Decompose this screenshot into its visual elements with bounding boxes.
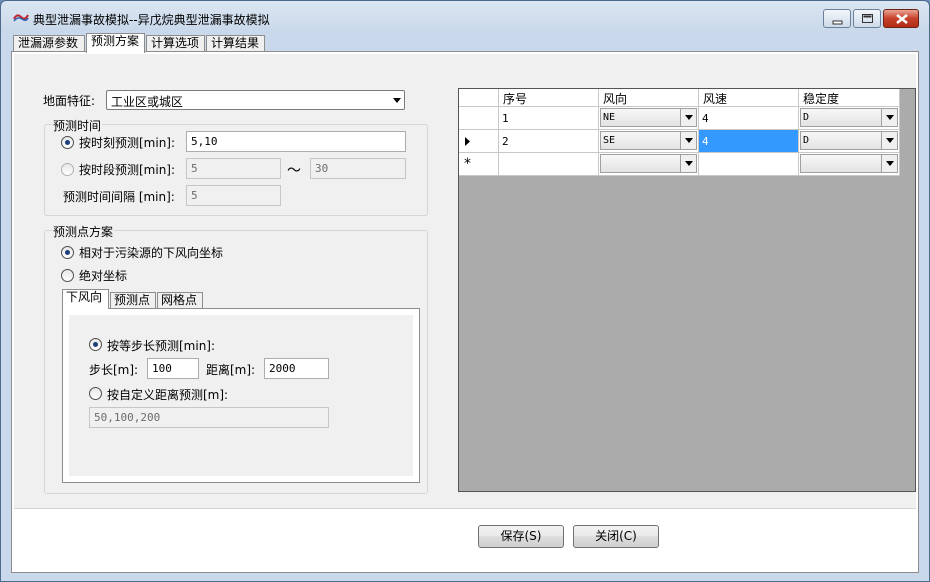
cell-no-new[interactable] [499, 153, 599, 176]
title-bar[interactable]: 典型泄漏事故模拟--异戊烷典型泄漏事故模拟 [1, 1, 929, 33]
grid-header-stability[interactable]: 稳定度 [799, 89, 900, 107]
chevron-down-icon [680, 132, 696, 149]
equal-step-label: 按等步长预测[min]: [107, 339, 216, 353]
absolute-coord-label: 绝对坐标 [79, 269, 128, 283]
close-icon [896, 14, 908, 24]
maximize-button[interactable] [853, 9, 881, 28]
cell-dir-new-wrap [599, 153, 699, 176]
moment-input[interactable]: 5,10 [186, 131, 406, 152]
grid-corner-header [459, 89, 499, 107]
moment-radio[interactable] [61, 136, 74, 149]
chevron-down-icon [680, 155, 696, 172]
terrain-select[interactable]: 工业区或城区 [106, 90, 405, 110]
cell-no-2[interactable]: 2 [499, 130, 599, 153]
cell-dir-2[interactable]: SE [600, 131, 697, 150]
minimize-button[interactable] [823, 9, 851, 28]
chevron-down-icon [680, 109, 696, 126]
row-header-2[interactable] [459, 130, 499, 153]
cell-stab-1-value: D [803, 112, 810, 123]
cell-stab-1-wrap: D [799, 107, 900, 130]
terrain-select-value: 工业区或城区 [111, 95, 184, 109]
cell-dir-1-wrap: NE [599, 107, 699, 130]
chevron-down-icon [881, 132, 897, 149]
step-input[interactable]: 100 [147, 358, 199, 379]
moment-label: 按时刻预测[min]: [79, 136, 176, 150]
main-window: 典型泄漏事故模拟--异戊烷典型泄漏事故模拟 泄漏源参数 预测方案 计算选项 计算… [0, 0, 930, 582]
cell-speed-1[interactable]: 4 [699, 107, 799, 130]
close-window-button[interactable] [883, 9, 919, 28]
custom-distance-radio[interactable] [89, 387, 102, 400]
cell-dir-2-value: SE [603, 135, 616, 146]
cell-stab-new[interactable] [800, 154, 898, 173]
cell-stab-2-value: D [803, 135, 810, 146]
button-separator [14, 508, 916, 509]
app-logo-icon [13, 14, 29, 22]
tab-calc-options[interactable]: 计算选项 [146, 35, 205, 52]
period-from-input[interactable]: 5 [186, 158, 281, 179]
point-group-title: 预测点方案 [52, 223, 115, 240]
tab-leak-source[interactable]: 泄漏源参数 [13, 35, 85, 52]
chevron-down-icon [881, 155, 897, 172]
period-to-input[interactable]: 30 [310, 158, 406, 179]
current-row-arrow-icon [465, 137, 470, 146]
cell-speed-2[interactable]: 4 [699, 130, 799, 153]
cell-no-1[interactable]: 1 [499, 107, 599, 130]
row-header-1[interactable] [459, 107, 499, 130]
cell-stab-new-wrap [799, 153, 900, 176]
subtab-downwind[interactable]: 下风向 [62, 289, 109, 309]
cell-stab-2[interactable]: D [800, 131, 898, 150]
custom-distance-label: 按自定义距离预测[m]: [107, 388, 229, 402]
chevron-down-icon [881, 109, 897, 126]
terrain-label: 地面特征: [43, 94, 96, 108]
downwind-frame: 按等步长预测[min]: 步长[m]: 100 距离[m]: 2000 按自定义… [62, 308, 420, 483]
cell-speed-new[interactable] [699, 153, 799, 176]
relative-coord-label: 相对于污染源的下风向坐标 [79, 246, 224, 260]
cell-stab-2-wrap: D [799, 130, 900, 153]
subtab-pred-points[interactable]: 预测点 [110, 292, 156, 309]
close-button[interactable]: 关闭(C) [573, 525, 659, 548]
interval-input[interactable]: 5 [186, 185, 281, 206]
cell-dir-2-wrap: SE [599, 130, 699, 153]
save-button[interactable]: 保存(S) [478, 525, 564, 548]
distance-input[interactable]: 2000 [264, 358, 329, 379]
cell-stab-1[interactable]: D [800, 108, 898, 127]
downwind-inner: 按等步长预测[min]: 步长[m]: 100 距离[m]: 2000 按自定义… [69, 315, 413, 476]
absolute-coord-radio[interactable] [61, 269, 74, 282]
distance-label: 距离[m]: [206, 363, 256, 377]
grid-header-speed[interactable]: 风速 [699, 89, 799, 107]
time-group-title: 预测时间 [52, 117, 103, 134]
period-radio[interactable] [61, 163, 74, 176]
window-title: 典型泄漏事故模拟--异戊烷典型泄漏事故模拟 [33, 13, 270, 27]
interval-label: 预测时间间隔 [min]: [63, 190, 175, 204]
grid-header-no[interactable]: 序号 [499, 89, 599, 107]
point-group: 预测点方案 相对于污染源的下风向坐标 绝对坐标 下风向 预测点 网格点 按等步长… [44, 223, 428, 494]
tab-prediction-plan[interactable]: 预测方案 [86, 33, 145, 53]
cell-dir-new[interactable] [600, 154, 697, 173]
custom-distance-input[interactable]: 50,100,200 [89, 407, 329, 428]
equal-step-radio[interactable] [89, 338, 102, 351]
period-label: 按时段预测[min]: [79, 163, 176, 177]
prediction-plan-panel: 地面特征: 工业区或城区 预测时间 按时刻预测[min]: 5,10 按时段预测… [14, 54, 916, 508]
cell-dir-1-value: NE [603, 112, 616, 123]
maximize-icon [862, 14, 873, 23]
weather-grid[interactable]: 序号 风向 风速 稳定度 1 NE 4 D 2 SE 4 D * [458, 88, 916, 492]
relative-coord-radio[interactable] [61, 246, 74, 259]
tab-calc-results[interactable]: 计算结果 [206, 35, 265, 52]
step-label: 步长[m]: [89, 363, 139, 377]
tilde-separator: ～ [287, 163, 301, 179]
minimize-icon [832, 20, 843, 25]
grid-header-direction[interactable]: 风向 [599, 89, 699, 107]
cell-dir-1[interactable]: NE [600, 108, 697, 127]
subtab-grid-points[interactable]: 网格点 [157, 292, 203, 309]
chevron-down-icon [393, 98, 401, 103]
new-row-header[interactable]: * [459, 153, 499, 176]
tab-content: 地面特征: 工业区或城区 预测时间 按时刻预测[min]: 5,10 按时段预测… [11, 51, 919, 573]
time-group: 预测时间 按时刻预测[min]: 5,10 按时段预测[min]: 5 ～ 30… [44, 117, 428, 216]
